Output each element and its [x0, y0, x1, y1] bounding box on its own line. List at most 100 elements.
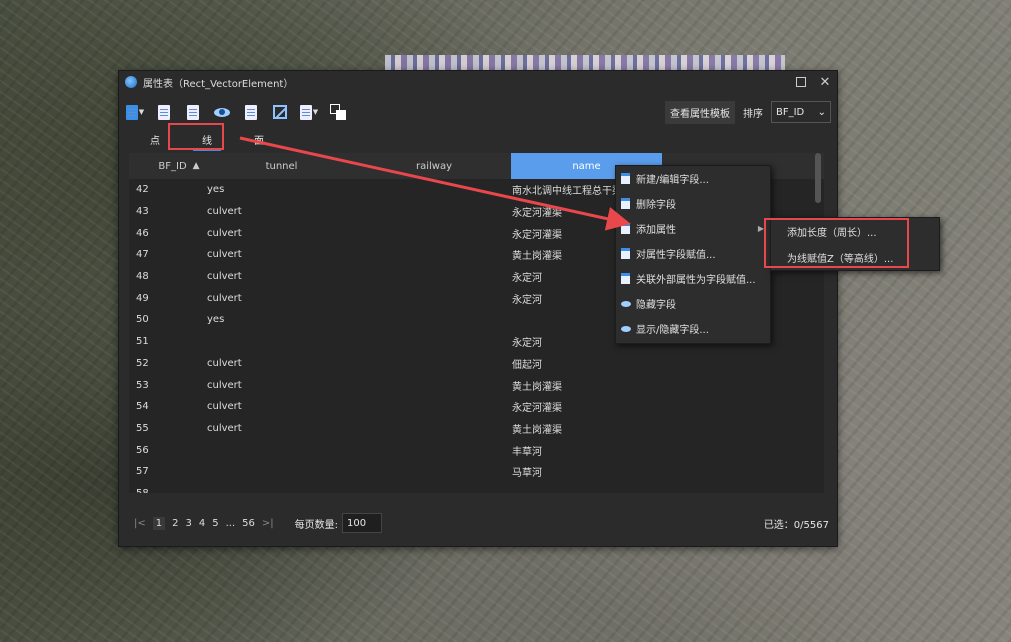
menu-item-assign-field[interactable]: 对属性字段赋值...: [616, 241, 770, 266]
cell-bf-id[interactable]: 50: [136, 309, 196, 331]
view-attribute-template-button[interactable]: 查看属性模板: [665, 100, 735, 124]
menu-item-add-attribute[interactable]: 添加属性 ▶: [616, 216, 770, 241]
cell-railway[interactable]: [389, 396, 509, 418]
cell-name[interactable]: 黄土岗灌渠: [512, 374, 637, 396]
toolbar: ▼ ▼ 查看属性模板 排序 BF_ID ⌄: [125, 99, 831, 125]
per-page-label: 每页数量:: [294, 519, 339, 531]
cell-tunnel[interactable]: yes: [207, 309, 347, 331]
cell-bf-id[interactable]: 46: [136, 222, 196, 244]
table-row[interactable]: 55 culvert 黄土岗灌渠: [129, 418, 824, 440]
doc-icon: [620, 248, 631, 260]
cell-tunnel[interactable]: culvert: [207, 396, 347, 418]
column-header-bf-id[interactable]: BF_ID ▲: [149, 153, 209, 179]
page-button[interactable]: 1: [152, 516, 166, 530]
dropdown-caret-icon: ▼: [138, 108, 145, 116]
table-row[interactable]: 52 culvert 佃起河: [129, 353, 824, 375]
cell-railway[interactable]: [389, 201, 509, 223]
page-button[interactable]: 56: [242, 518, 255, 529]
cell-railway[interactable]: [389, 244, 509, 266]
cell-bf-id[interactable]: 53: [136, 374, 196, 396]
cell-railway[interactable]: [389, 331, 509, 353]
cell-tunnel[interactable]: culvert: [207, 418, 347, 440]
cell-tunnel[interactable]: [207, 461, 347, 483]
menu-item-delete-field[interactable]: 删除字段: [616, 191, 770, 216]
tab-highlight-box: [168, 123, 224, 150]
switch-selection-button[interactable]: [328, 102, 348, 122]
page-button[interactable]: 5: [212, 518, 218, 529]
cell-bf-id[interactable]: 42: [136, 179, 196, 201]
cell-bf-id[interactable]: 47: [136, 244, 196, 266]
page-button[interactable]: 4: [199, 518, 205, 529]
table-row[interactable]: 54 culvert 永定河灌渠: [129, 396, 824, 418]
cell-name[interactable]: 黄土岗灌渠: [512, 418, 637, 440]
cell-tunnel[interactable]: [207, 439, 347, 461]
tab-polygon[interactable]: 面: [233, 127, 285, 151]
cell-name[interactable]: 佃起河: [512, 353, 637, 375]
cell-bf-id[interactable]: 52: [136, 353, 196, 375]
cell-tunnel[interactable]: culvert: [207, 244, 347, 266]
cell-railway[interactable]: [389, 374, 509, 396]
export-button[interactable]: ▼: [299, 102, 319, 122]
cell-tunnel[interactable]: culvert: [207, 266, 347, 288]
cell-railway[interactable]: [389, 287, 509, 309]
edit-field-button[interactable]: [183, 102, 203, 122]
cell-railway[interactable]: [389, 418, 509, 440]
table-row[interactable]: 53 culvert 黄土岗灌渠: [129, 374, 824, 396]
save-button[interactable]: ▼: [125, 102, 145, 122]
cell-name[interactable]: 马草河: [512, 461, 637, 483]
cell-tunnel[interactable]: culvert: [207, 201, 347, 223]
cell-bf-id[interactable]: 54: [136, 396, 196, 418]
first-page-button[interactable]: |<: [134, 518, 146, 529]
cell-tunnel[interactable]: [207, 331, 347, 353]
cell-tunnel[interactable]: culvert: [207, 287, 347, 309]
cell-railway[interactable]: [389, 353, 509, 375]
cell-tunnel[interactable]: [207, 483, 347, 493]
doc-icon: [620, 198, 631, 210]
cell-tunnel[interactable]: culvert: [207, 374, 347, 396]
cell-name[interactable]: 永定河灌渠: [512, 396, 637, 418]
pagination: |< 1 2 3 4 5 ... 56 >| 每页数量: 100 已选：0/55…: [134, 513, 829, 533]
cell-railway[interactable]: [389, 439, 509, 461]
table-icon: [187, 104, 199, 120]
cell-railway[interactable]: [389, 222, 509, 244]
column-header-tunnel[interactable]: tunnel: [209, 153, 354, 179]
page-button[interactable]: 2: [172, 518, 178, 529]
cell-railway[interactable]: [389, 483, 509, 493]
menu-item-label: 隐藏字段: [636, 300, 676, 311]
cell-railway[interactable]: [389, 309, 509, 331]
cell-bf-id[interactable]: 58: [136, 483, 196, 493]
cell-bf-id[interactable]: 56: [136, 439, 196, 461]
last-page-button[interactable]: >|: [262, 518, 274, 529]
table-row[interactable]: 56 丰草河: [129, 439, 824, 461]
menu-item-hide-field[interactable]: 隐藏字段: [616, 291, 770, 316]
new-field-button[interactable]: [154, 102, 174, 122]
cell-bf-id[interactable]: 51: [136, 331, 196, 353]
sort-select[interactable]: BF_ID ⌄: [771, 101, 831, 123]
cell-bf-id[interactable]: 43: [136, 201, 196, 223]
zoom-to-feature-button[interactable]: [270, 102, 290, 122]
page-button[interactable]: 3: [186, 518, 192, 529]
table-row[interactable]: 58: [129, 483, 824, 493]
column-header-railway[interactable]: railway: [359, 153, 509, 179]
cell-tunnel[interactable]: yes: [207, 179, 347, 201]
cell-railway[interactable]: [389, 179, 509, 201]
per-page-input[interactable]: 100: [342, 513, 383, 533]
cell-bf-id[interactable]: 57: [136, 461, 196, 483]
cell-tunnel[interactable]: culvert: [207, 222, 347, 244]
field-calc-button[interactable]: [241, 102, 261, 122]
maximize-button[interactable]: [789, 71, 813, 93]
menu-item-show-hide-fields[interactable]: 显示/隐藏字段...: [616, 316, 770, 341]
cell-tunnel[interactable]: culvert: [207, 353, 347, 375]
cell-bf-id[interactable]: 48: [136, 266, 196, 288]
cell-name[interactable]: [512, 483, 637, 493]
visibility-button[interactable]: [212, 102, 232, 122]
cell-railway[interactable]: [389, 266, 509, 288]
menu-item-join-external[interactable]: 关联外部属性为字段赋值...: [616, 266, 770, 291]
cell-railway[interactable]: [389, 461, 509, 483]
table-row[interactable]: 57 马草河: [129, 461, 824, 483]
menu-item-new-edit-field[interactable]: 新建/编辑字段...: [616, 166, 770, 191]
cell-name[interactable]: 丰草河: [512, 439, 637, 461]
cell-bf-id[interactable]: 49: [136, 287, 196, 309]
close-button[interactable]: ✕: [813, 71, 837, 93]
cell-bf-id[interactable]: 55: [136, 418, 196, 440]
